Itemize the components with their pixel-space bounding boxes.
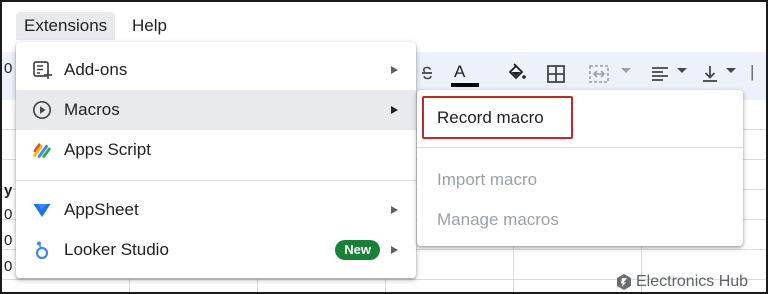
horizontal-align-icon[interactable] [650,65,670,83]
menu-item-apps-script[interactable]: Apps Script [16,130,416,170]
add-ons-icon [32,60,52,80]
menu-item-label: Apps Script [64,140,151,159]
fill-color-icon[interactable] [505,62,527,84]
cell-fragment: 0 [4,206,13,223]
horizontal-align-caret[interactable] [677,68,687,73]
merge-cells-icon[interactable] [588,64,610,84]
watermark-text: Electronics Hub [636,273,749,290]
strikethrough-icon[interactable] [418,64,436,82]
menu-item-label: Add-ons [64,60,128,79]
new-badge: New [335,240,380,260]
menu-help[interactable]: Help [124,12,175,40]
apps-script-icon [32,140,52,160]
looker-studio-icon [32,240,52,260]
menu-item-label: Macros [64,100,120,119]
submenu-arrow-icon [391,206,398,214]
menu-extensions[interactable]: Extensions [16,12,116,40]
text-color-swatch [451,83,479,87]
extensions-menu: Add-ons Macros Apps Script AppSheet Look… [16,42,416,278]
record-macro-highlight-box [422,96,573,139]
menu-divider [16,180,416,181]
cell-fragment: 0 [4,258,13,275]
vertical-align-caret[interactable] [726,68,736,73]
menu-item-macros[interactable]: Macros [16,90,416,130]
submenu-arrow-icon [391,246,398,254]
merge-dropdown-caret[interactable] [621,68,631,73]
watermark: Electronics Hub [616,273,748,291]
submenu-arrow-icon [391,106,398,114]
borders-icon[interactable] [546,64,566,84]
vertical-align-icon[interactable] [700,64,720,84]
macros-submenu: Record macro Import macro Manage macros [417,90,743,246]
cell-fragment: y [4,182,13,199]
play-circle-icon [32,100,52,120]
electronics-hub-logo-icon [617,274,631,290]
menubar: Extensions Help [2,2,766,40]
submenu-item-import-macro: Import macro [437,170,538,189]
submenu-arrow-icon [391,66,398,74]
cell-fragment: 0 [4,232,13,249]
appsheet-icon [32,200,52,220]
submenu-item-manage-macros: Manage macros [437,210,559,229]
menu-item-label: Looker Studio [64,240,169,259]
menu-item-add-ons[interactable]: Add-ons [16,50,416,90]
submenu-divider [417,147,743,148]
spreadsheet-window: Extensions Help 0 A | y 0 0 0 Add-ons Ma… [0,0,768,294]
menu-item-looker-studio[interactable]: Looker Studio New [16,230,416,270]
text-color-icon[interactable]: A [454,62,465,82]
toolbar-divider: | [750,62,755,81]
toolbar-partial-glyph: 0 [4,60,13,77]
menu-item-label: AppSheet [64,200,139,219]
menu-item-appsheet[interactable]: AppSheet [16,190,416,230]
